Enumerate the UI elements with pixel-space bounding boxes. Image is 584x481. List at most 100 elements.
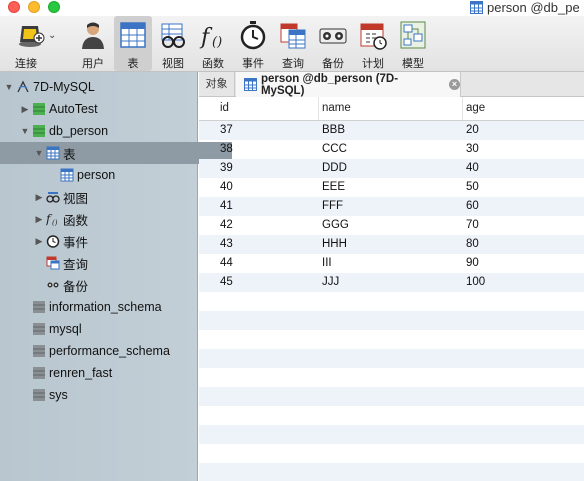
maximize-window-button[interactable] [48,1,60,13]
table-row[interactable]: 43 HHH 80 [199,235,584,254]
user-button[interactable]: 用户 [74,16,112,71]
tab-person-table[interactable]: person @db_person (7D-MySQL) × [236,72,461,97]
table-cell-id[interactable]: 40 [217,178,319,197]
function-icon: f() [46,212,58,226]
table-cell-age[interactable]: 50 [463,178,584,197]
backup-icon [47,282,59,288]
table-cell-age[interactable]: 40 [463,159,584,178]
database-icon [33,389,45,401]
sidebar-item-connection[interactable]: ▼ 7D-MySQL [0,76,202,98]
column-header-id[interactable]: id [217,97,319,120]
close-window-button[interactable] [8,1,20,13]
sidebar-item-tables[interactable]: ▼ 表 [0,142,232,164]
table-cell-name[interactable]: BBB [319,121,463,140]
expand-arrow-icon[interactable]: ▶ [34,192,44,203]
table-row[interactable]: 37 BBB 20 [199,121,584,140]
table-cell-age[interactable]: 70 [463,216,584,235]
table-cell-name[interactable]: CCC [319,140,463,159]
minimize-window-button[interactable] [28,1,40,13]
expand-arrow-icon[interactable]: ▼ [34,148,44,158]
table-row[interactable]: 41 FFF 60 [199,197,584,216]
column-header-name[interactable]: name [319,97,463,120]
table-cell-name[interactable]: DDD [319,159,463,178]
table-cell-id[interactable]: 44 [217,254,319,273]
connect-label: 连接 [15,58,37,70]
table-row[interactable]: 44 III 90 [199,254,584,273]
view-button[interactable]: 视图 [154,16,192,71]
sidebar-item-database[interactable]: ▼ db_person [0,120,218,142]
table-button[interactable]: 表 [114,16,152,71]
expand-arrow-icon[interactable]: ▶ [34,236,44,247]
model-label: 模型 [402,58,424,70]
sidebar-item-database[interactable]: performance_schema [0,340,228,362]
sidebar-item-database[interactable]: sys [0,384,228,406]
table-cell-name[interactable]: JJJ [319,273,463,292]
table-row[interactable]: 40 EEE 50 [199,178,584,197]
tab-label: person @db_person (7D-MySQL) [260,72,399,97]
window-title-text: person @db_pe [487,0,580,15]
model-button[interactable]: 模型 [394,16,432,71]
table-row[interactable]: 42 GGG 70 [199,216,584,235]
table-cell-age[interactable]: 80 [463,235,584,254]
table-row[interactable]: 45 JJJ 100 [199,273,584,292]
sidebar-item-database[interactable]: ▶ AutoTest [0,98,218,120]
expand-arrow-icon[interactable]: ▼ [4,82,14,92]
table-icon [470,1,483,14]
sidebar-item-label: performance_schema [49,344,170,358]
expand-arrow-icon[interactable]: ▼ [20,126,30,136]
title-bar: person @db_pe [0,0,584,16]
empty-row [199,406,584,425]
table-row[interactable]: 38 CCC 30 [199,140,584,159]
table-cell-name[interactable]: FFF [319,197,463,216]
table-row[interactable]: 39 DDD 40 [199,159,584,178]
table-cell-id[interactable]: 37 [217,121,319,140]
schedule-button[interactable]: 计划 [354,16,392,71]
table-cell-id[interactable]: 43 [217,235,319,254]
view-label: 视图 [162,58,184,70]
table-cell-id[interactable]: 38 [217,140,319,159]
table-icon [46,146,60,160]
sidebar-item-database[interactable]: information_schema [0,296,228,318]
sidebar-item-label: AutoTest [49,102,98,116]
close-tab-icon[interactable]: × [449,79,460,90]
table-cell-age[interactable]: 100 [463,273,584,292]
empty-row [199,387,584,406]
empty-row [199,349,584,368]
table-cell-name[interactable]: GGG [319,216,463,235]
svg-text:(): () [52,219,58,226]
table-cell-age[interactable]: 60 [463,197,584,216]
event-button[interactable]: 事件 [234,16,272,71]
tab-objects[interactable]: 对象 [199,72,235,96]
table-cell-name[interactable]: HHH [319,235,463,254]
function-button[interactable]: f() 函数 [194,16,232,71]
connect-button[interactable]: ⌄ 连接 [12,16,60,71]
backup-button[interactable]: 备份 [314,16,352,71]
table-cell-id[interactable]: 41 [217,197,319,216]
query-button[interactable]: 查询 [274,16,312,71]
database-icon [33,301,45,313]
table-cell-id[interactable]: 42 [217,216,319,235]
window-title: person @db_pe [470,0,580,15]
table-cell-id[interactable]: 39 [217,159,319,178]
column-header-age[interactable]: age [463,97,584,120]
table-cell-age[interactable]: 20 [463,121,584,140]
sidebar-item-views[interactable]: ▶ 视图 [0,186,232,208]
table-cell-age[interactable]: 90 [463,254,584,273]
data-grid[interactable]: id name age 37 BBB 20 38 CCC 30 39 DDD 40 40 EEE 50… [199,97,584,481]
sidebar-item-database[interactable]: renren_fast [0,362,228,384]
sidebar-item-functions[interactable]: ▶ f() 函数 [0,208,232,230]
table-cell-id[interactable]: 45 [217,273,319,292]
empty-row [199,311,584,330]
empty-row [199,444,584,463]
sidebar-item-database[interactable]: mysql [0,318,228,340]
database-icon [33,125,45,137]
table-cell-name[interactable]: EEE [319,178,463,197]
sidebar-item-events[interactable]: ▶ 事件 [0,230,232,252]
empty-row [199,463,584,481]
table-cell-name[interactable]: III [319,254,463,273]
table-cell-age[interactable]: 30 [463,140,584,159]
empty-row [199,368,584,387]
expand-arrow-icon[interactable]: ▶ [20,104,30,115]
table-icon [244,78,257,91]
expand-arrow-icon[interactable]: ▶ [34,214,44,225]
